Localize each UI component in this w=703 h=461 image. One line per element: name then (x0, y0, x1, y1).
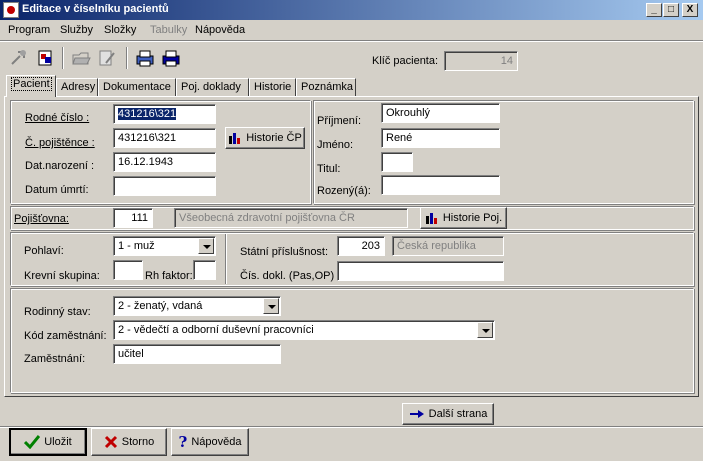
kod-zamestnani-select[interactable]: 2 - vědečtí a odborní duševní pracovníci (113, 320, 495, 340)
toolbar (0, 40, 703, 73)
jmeno-input[interactable]: René (381, 128, 500, 148)
storno-button[interactable]: Storno (91, 428, 167, 456)
tab-adresy[interactable]: Adresy (56, 78, 98, 96)
close-button[interactable]: X (682, 3, 698, 17)
rozeny-input[interactable] (381, 175, 500, 195)
arrow-right-icon (409, 410, 424, 418)
cislo-dokladu-input[interactable] (337, 261, 504, 281)
menu-bar: Program Služby Složky Tabulky Nápověda (0, 20, 703, 39)
open-folder-icon[interactable] (70, 47, 92, 69)
napoveda-button[interactable]: ? Nápověda (171, 428, 249, 456)
ulozit-button[interactable]: Uložit (9, 428, 87, 456)
tools-icon[interactable] (8, 47, 30, 69)
datum-umrti-label: Datum úmrtí: (25, 184, 89, 196)
cislo-dokladu-label: Čís. dokl. (Pas,OP) (240, 270, 335, 282)
titul-label: Titul: (317, 163, 341, 175)
maximize-button[interactable]: □ (663, 3, 679, 17)
patient-card-icon[interactable] (35, 47, 57, 69)
chevron-down-icon[interactable] (198, 238, 214, 254)
cancel-x-icon (104, 435, 117, 449)
patient-key-field: 14 (444, 51, 518, 71)
bar-chart-icon (229, 133, 241, 144)
minimize-button[interactable]: _ (646, 3, 662, 17)
pojistovna-label: Pojišťovna: (14, 213, 69, 225)
bar-chart-icon (425, 213, 437, 224)
kod-zamestnani-label: Kód zaměstnání: (24, 330, 107, 342)
tab-poznamka[interactable]: Poznámka (296, 78, 356, 96)
chevron-down-icon[interactable] (263, 298, 279, 314)
historie-cp-button[interactable]: Historie ČP (225, 127, 305, 149)
cislo-pojistence-label: Č. pojištěnce : (25, 137, 95, 149)
checkmark-icon (24, 435, 41, 449)
tab-poj-doklady[interactable]: Poj. doklady (176, 78, 249, 96)
rh-faktor-label: Rh faktor: (145, 270, 193, 282)
pojistovna-code-input[interactable]: 111 (113, 208, 153, 228)
statni-prislusnost-label: Státní příslušnost: (240, 246, 329, 258)
historie-poj-button[interactable]: Historie Poj. (420, 207, 507, 229)
rodne-cislo-label: Rodné číslo : (25, 112, 90, 124)
tab-dokumentace[interactable]: Dokumentace (98, 78, 176, 96)
pohlavi-label: Pohlaví: (24, 245, 64, 257)
help-icon: ? (178, 433, 188, 451)
print-icon[interactable] (134, 47, 156, 69)
dat-narozeni-input[interactable]: 16.12.1943 (113, 152, 216, 172)
krevni-skupina-label: Krevní skupina: (24, 270, 100, 282)
statni-prislusnost-code-input[interactable]: 203 (337, 236, 385, 256)
pojistovna-name-field: Všeobecná zdravotní pojišťovna ČR (174, 208, 408, 228)
edit-document-icon[interactable] (96, 47, 118, 69)
rodinny-stav-label: Rodinný stav: (24, 306, 91, 318)
menu-slozky[interactable]: Složky (104, 24, 136, 36)
datum-umrti-input[interactable] (113, 176, 216, 196)
title-bar: Editace v číselníku pacientů _ □ X (0, 0, 703, 20)
statni-prislusnost-name-field: Česká republika (392, 236, 504, 256)
chevron-down-icon[interactable] (477, 322, 493, 338)
menu-tabulky[interactable]: Tabulky (150, 24, 187, 36)
rodinny-stav-select[interactable]: 2 - ženatý, vdaná (113, 296, 281, 316)
cislo-pojistence-input[interactable]: 431216\321 (113, 128, 216, 148)
rodne-cislo-input[interactable]: 431216\321 (113, 104, 216, 124)
patient-key-label: Klíč pacienta: (372, 55, 439, 67)
bottom-divider (0, 426, 703, 427)
menu-sluzby[interactable]: Služby (60, 24, 93, 36)
window-title: Editace v číselníku pacientů (22, 3, 169, 15)
zamestnani-input[interactable]: učitel (113, 344, 281, 364)
menu-napoveda[interactable]: Nápověda (195, 24, 245, 36)
dat-narozeni-label: Dat.narození : (25, 160, 95, 172)
dalsi-strana-button[interactable]: Další strana (402, 403, 494, 425)
prijmeni-label: Příjmení: (317, 115, 362, 127)
rozeny-label: Rozený(á): (317, 185, 371, 197)
menu-program[interactable]: Program (8, 24, 50, 36)
vertical-divider (225, 234, 226, 284)
zamestnani-label: Zaměstnání: (24, 353, 86, 365)
titul-input[interactable] (381, 152, 413, 172)
jmeno-label: Jméno: (317, 139, 354, 151)
tab-pacient[interactable]: Pacient (6, 75, 56, 97)
rh-faktor-input[interactable] (193, 260, 216, 280)
pohlavi-select[interactable]: 1 - muž (113, 236, 216, 256)
prijmeni-input[interactable]: Okrouhlý (381, 103, 500, 123)
app-icon (3, 2, 19, 18)
print-preview-icon[interactable] (160, 47, 182, 69)
krevni-skupina-input[interactable] (113, 260, 143, 280)
tab-historie[interactable]: Historie (249, 78, 296, 96)
